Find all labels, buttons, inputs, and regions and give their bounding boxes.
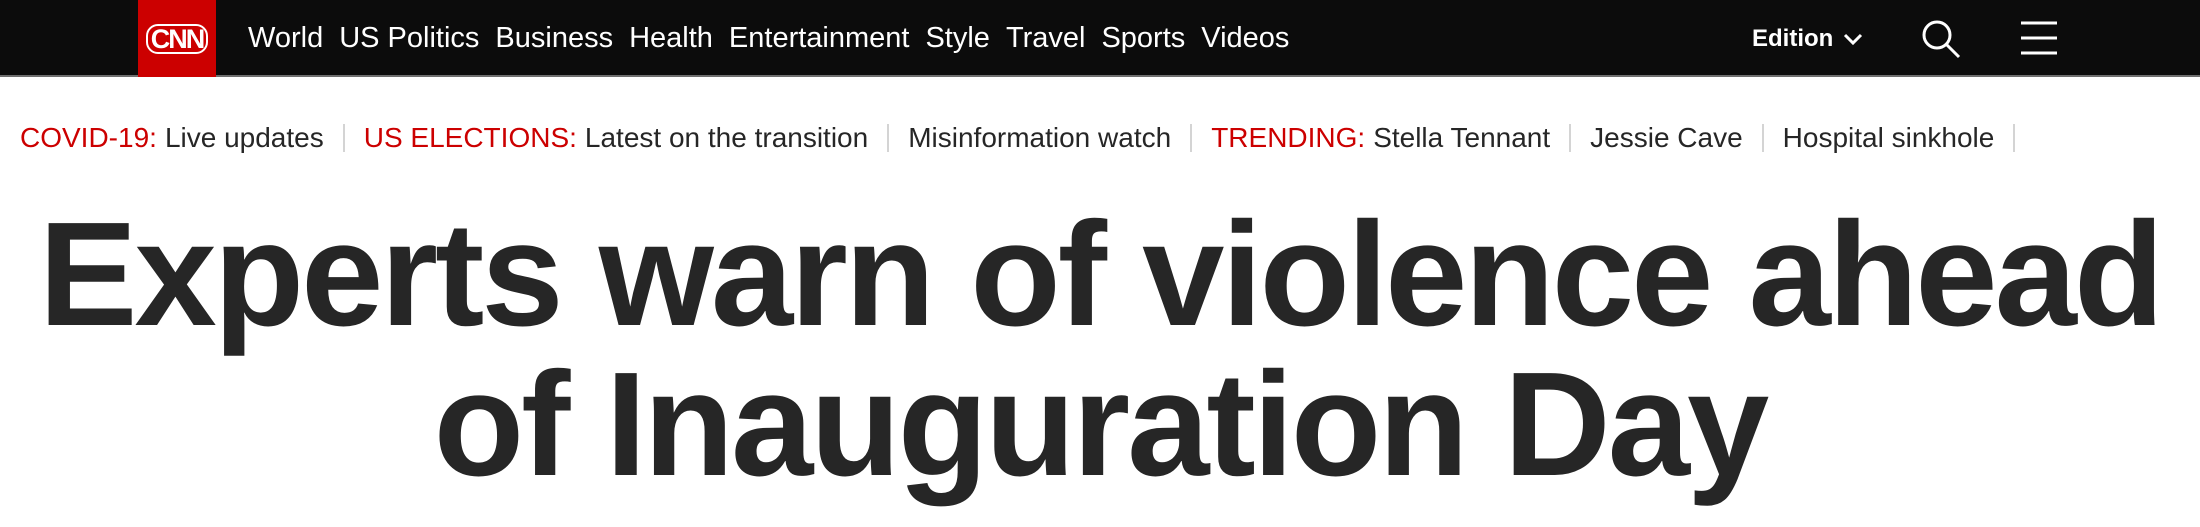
trending-bar: COVID-19: Live updates US ELECTIONS: Lat…	[20, 118, 2034, 158]
top-navigation: CNN World US Politics Business Health En…	[0, 0, 2200, 77]
trending-link-jessie-cave[interactable]: Jessie Cave	[1590, 122, 1743, 154]
elections-transition-link[interactable]: Latest on the transition	[585, 122, 868, 154]
separator	[2013, 124, 2016, 152]
nav-item-us-politics[interactable]: US Politics	[339, 22, 479, 55]
edition-selector[interactable]: Edition	[1752, 0, 1863, 77]
separator	[1190, 124, 1193, 152]
cnn-logo[interactable]: CNN	[138, 0, 216, 77]
chevron-down-icon	[1844, 33, 1863, 45]
covid-live-updates-link[interactable]: Live updates	[165, 122, 324, 154]
nav-item-style[interactable]: Style	[925, 22, 989, 55]
misinformation-watch-link[interactable]: Misinformation watch	[908, 122, 1171, 154]
trending-label: TRENDING:	[1211, 122, 1366, 153]
nav-item-videos[interactable]: Videos	[1201, 22, 1289, 55]
separator	[1761, 124, 1764, 152]
main-nav: World US Politics Business Health Entert…	[248, 0, 1305, 77]
menu-icon	[2021, 21, 2057, 55]
nav-item-world[interactable]: World	[248, 22, 323, 55]
covid-label: COVID-19:	[20, 122, 157, 153]
nav-item-business[interactable]: Business	[495, 22, 613, 55]
trending-link-hospital-sinkhole[interactable]: Hospital sinkhole	[1783, 122, 1995, 154]
article-headline: Experts warn of violence ahead of Inaugu…	[38, 192, 2165, 507]
trending-item: TRENDING: Stella Tennant	[1211, 122, 1550, 154]
elections-label: US ELECTIONS:	[363, 122, 577, 153]
separator	[887, 124, 890, 152]
nav-item-health[interactable]: Health	[629, 22, 713, 55]
covid-item: COVID-19: Live updates	[20, 122, 324, 154]
search-icon	[1922, 20, 1961, 59]
menu-button[interactable]	[2020, 20, 2058, 56]
edition-label: Edition	[1752, 24, 1834, 52]
separator	[342, 124, 345, 152]
nav-item-entertainment[interactable]: Entertainment	[729, 22, 910, 55]
separator	[1569, 124, 1572, 152]
nav-item-sports[interactable]: Sports	[1101, 22, 1185, 55]
nav-item-travel[interactable]: Travel	[1006, 22, 1086, 55]
elections-item: US ELECTIONS: Latest on the transition	[364, 122, 868, 154]
logo-text: CNN	[145, 23, 209, 54]
trending-link-stella-tennant[interactable]: Stella Tennant	[1373, 122, 1550, 154]
search-button[interactable]	[1920, 18, 1962, 60]
